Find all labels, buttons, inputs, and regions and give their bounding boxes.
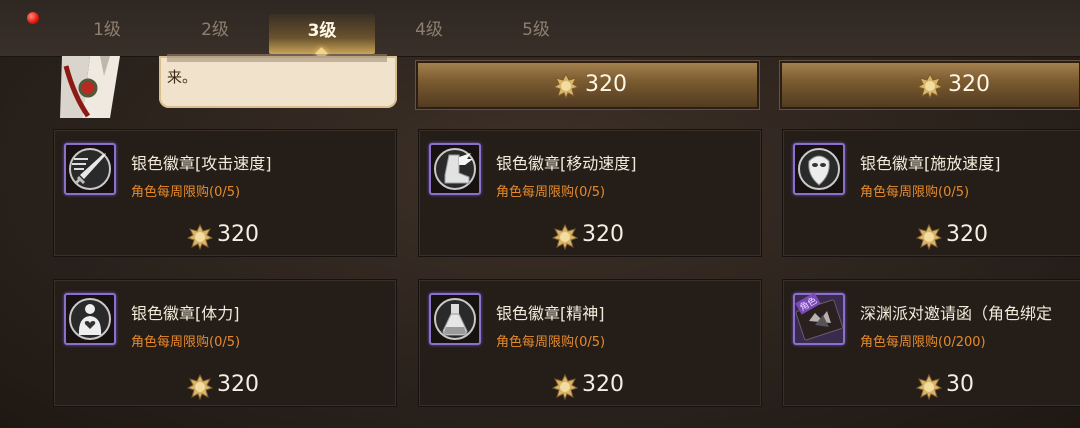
- shop-item-attack-speed[interactable]: 银色徽章[攻击速度] 角色每周限购(0/5) 320: [53, 129, 397, 257]
- tab-level-3[interactable]: 3级: [269, 14, 375, 60]
- item-price-value: 320: [582, 372, 624, 397]
- item-purchase-limit: 角色每周限购(0/5): [131, 335, 241, 350]
- shop-item-cast-speed[interactable]: 银色徽章[施放速度] 角色每周限购(0/5) 320: [782, 129, 1080, 257]
- tab-level-2[interactable]: 2级: [175, 18, 255, 42]
- item-name: 银色徽章[体力]: [131, 304, 240, 323]
- top-price-button-2[interactable]: 320: [779, 60, 1080, 110]
- item-price-value: 30: [946, 372, 974, 397]
- item-purchase-limit: 角色每周限购(0/5): [860, 185, 970, 200]
- shop-item-stamina[interactable]: 银色徽章[体力] 角色每周限购(0/5) 320: [53, 279, 397, 407]
- item-price: 320: [783, 222, 1080, 252]
- notification-dot: [27, 12, 39, 24]
- item-name: 银色徽章[攻击速度]: [131, 154, 272, 173]
- tab-level-5[interactable]: 5级: [496, 18, 576, 42]
- invitation-card-icon: 角色: [793, 292, 845, 345]
- npc-portrait: [60, 56, 155, 118]
- tab-level-3-label: 3级: [307, 21, 337, 41]
- speech-text-cut: [167, 54, 387, 62]
- item-purchase-limit: 角色每周限购(0/5): [496, 185, 606, 200]
- item-name: 银色徽章[施放速度]: [860, 154, 1001, 173]
- gold-coin-icon: [552, 374, 578, 400]
- sword-speed-icon: [64, 143, 116, 195]
- item-price: 320: [54, 372, 396, 402]
- top-price-button-1[interactable]: 320: [415, 60, 760, 110]
- body-heart-icon: [64, 293, 116, 345]
- speech-text: 来。: [167, 68, 198, 86]
- tab-level-4[interactable]: 4级: [389, 18, 469, 42]
- item-purchase-limit: 角色每周限购(0/200): [860, 335, 986, 350]
- gold-coin-icon: [553, 73, 579, 99]
- item-price-value: 320: [582, 222, 624, 247]
- winged-boot-icon: [429, 143, 481, 195]
- mask-icon: [793, 143, 845, 195]
- top-price-1: 320: [585, 72, 627, 97]
- tab-level-1[interactable]: 1级: [67, 18, 147, 42]
- shop-item-move-speed[interactable]: 银色徽章[移动速度] 角色每周限购(0/5) 320: [418, 129, 762, 257]
- item-price: 320: [419, 372, 761, 402]
- gold-coin-icon: [187, 224, 213, 250]
- item-price-value: 320: [946, 222, 988, 247]
- shop-item-abyss-invitation[interactable]: 角色 深渊派对邀请函（角色绑定 角色每周限购(0/200) 30: [782, 279, 1080, 407]
- potion-flask-icon: [429, 293, 481, 345]
- npc-speech-bubble: 来。: [159, 54, 397, 108]
- item-price: 320: [54, 222, 396, 252]
- item-name: 深渊派对邀请函（角色绑定: [860, 304, 1053, 323]
- item-purchase-limit: 角色每周限购(0/5): [131, 185, 241, 200]
- item-price: 30: [783, 372, 1080, 402]
- item-purchase-limit: 角色每周限购(0/5): [496, 335, 606, 350]
- top-price-2: 320: [948, 72, 990, 97]
- item-name: 银色徽章[精神]: [496, 304, 605, 323]
- gold-coin-icon: [916, 224, 942, 250]
- item-price-value: 320: [217, 372, 259, 397]
- gold-coin-icon: [552, 224, 578, 250]
- gold-coin-icon: [187, 374, 213, 400]
- gold-coin-icon: [917, 73, 943, 99]
- item-price-value: 320: [217, 222, 259, 247]
- gold-coin-icon: [916, 374, 942, 400]
- item-name: 银色徽章[移动速度]: [496, 154, 637, 173]
- item-price: 320: [419, 222, 761, 252]
- shop-item-spirit[interactable]: 银色徽章[精神] 角色每周限购(0/5) 320: [418, 279, 762, 407]
